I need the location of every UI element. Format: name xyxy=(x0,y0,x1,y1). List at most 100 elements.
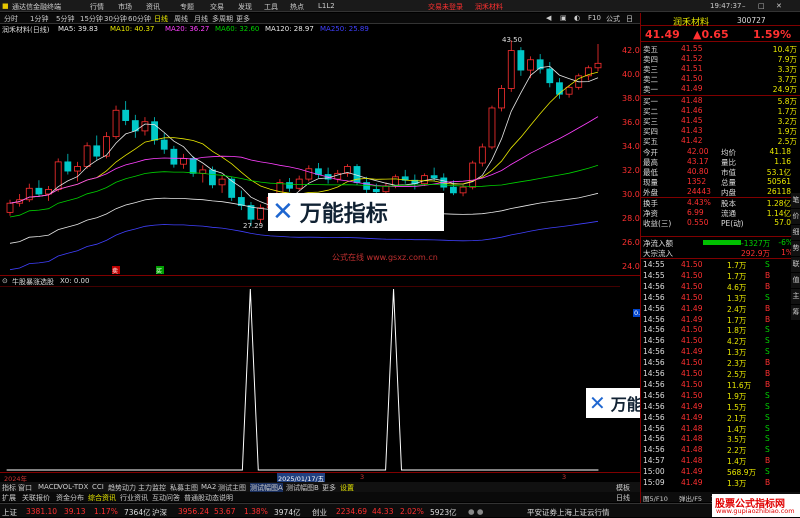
period-15min[interactable]: 15分钟 xyxy=(80,14,103,24)
cy-label: 创业 xyxy=(312,508,327,517)
maximize-icon[interactable]: □ xyxy=(758,2,765,10)
broker-name: 平安证券上海上证云行情 xyxy=(527,508,610,517)
tick-price: 41.50 xyxy=(681,358,703,368)
tab-day-line[interactable]: 日线 xyxy=(616,493,630,503)
tick-price: 41.49 xyxy=(681,401,703,411)
tab-qa[interactable]: 互动问答 xyxy=(152,493,180,503)
ob-level: 卖四 xyxy=(643,55,658,64)
indicator-chart[interactable] xyxy=(0,286,620,472)
period-5min[interactable]: 5分钟 xyxy=(56,14,74,24)
menu-zhuanti[interactable]: 专题 xyxy=(180,2,194,12)
side-tab[interactable]: 联 xyxy=(791,257,800,272)
side-tabs: 笔价细势联值主筹 xyxy=(791,193,800,483)
period-30min[interactable]: 30分钟 xyxy=(104,14,127,24)
tab-industry-news[interactable]: 行业资讯 xyxy=(120,493,148,503)
candle-body xyxy=(478,146,486,164)
tick-side: S xyxy=(765,292,770,302)
trade-login[interactable]: 交易未登录 xyxy=(428,2,463,12)
side-tab[interactable]: 笔 xyxy=(791,193,800,208)
candle-body xyxy=(498,88,506,109)
menu-shichang[interactable]: 市场 xyxy=(118,2,132,12)
period-1min[interactable]: 1分钟 xyxy=(30,14,48,24)
side-tab[interactable]: 价 xyxy=(791,209,800,224)
stat-value: 0.550 xyxy=(687,218,709,227)
orderbook-row[interactable]: 买五 41.42 2.5万 xyxy=(643,136,799,147)
stat-value: 1352 xyxy=(687,177,707,186)
side-tab[interactable]: 值 xyxy=(791,273,800,288)
indicator-icon[interactable]: ⊙ xyxy=(2,277,8,285)
minimize-icon[interactable]: – xyxy=(742,2,746,10)
tick-time: 14:56 xyxy=(643,445,665,455)
candlestick-chart[interactable]: 43.50 27.29 公式在线 www.gsxz.com.cn 卖 买 xyxy=(0,34,620,274)
menu-redian[interactable]: 热点 xyxy=(290,2,304,12)
menu-zixun[interactable]: 资讯 xyxy=(146,2,160,12)
candle-body xyxy=(141,121,149,132)
tick-row: 14:56 41.50 2.5万 B xyxy=(643,369,789,379)
side-tab[interactable]: 主 xyxy=(791,289,800,304)
period-week[interactable]: 周线 xyxy=(174,14,188,24)
tab-stock-dynamic[interactable]: 普通股动态说明 xyxy=(184,493,233,503)
stat-label: 收益(三) xyxy=(643,219,672,228)
price-pct: 1.59% xyxy=(753,28,792,41)
tab-cci[interactable]: CCI xyxy=(92,483,104,491)
sh-change: 39.13 xyxy=(64,507,86,516)
price-change: ▲0.65 xyxy=(693,28,729,41)
candle-body xyxy=(286,182,293,189)
menu-gongju[interactable]: 工具 xyxy=(264,2,278,12)
day-button[interactable]: 日 xyxy=(626,14,633,24)
tab-news[interactable]: 综合资讯 xyxy=(88,493,116,503)
menu-faxian[interactable]: 发现 xyxy=(238,2,252,12)
stat-label: 现量 xyxy=(643,178,658,187)
tab-fund-dist[interactable]: 资金分布 xyxy=(56,493,84,503)
toolbar-icon-2[interactable]: ◐ xyxy=(574,14,580,22)
brand-logo-1: ✕ 万能指标 xyxy=(268,193,444,231)
status-bar: 上证 3381.10 39.13 1.17% 7364亿 沪深 3956.24 … xyxy=(0,503,800,517)
candle-body xyxy=(421,175,428,185)
app-title: 通达信金融终端 xyxy=(12,3,61,11)
stat-label: 净资 xyxy=(643,209,658,218)
side-tab[interactable]: 筹 xyxy=(791,305,800,320)
stat-value: 26118 xyxy=(767,187,791,196)
tick-time: 14:56 xyxy=(643,369,665,378)
period-60min[interactable]: 60分钟 xyxy=(128,14,151,24)
menu-hangqing[interactable]: 行情 xyxy=(90,2,104,12)
side-tab[interactable]: 势 xyxy=(791,241,800,256)
period-month[interactable]: 月线 xyxy=(194,14,208,24)
stat-row: 收益(三) 0.550 PE(动) 57.0 xyxy=(643,218,793,229)
sz-pct: 1.38% xyxy=(244,507,268,516)
tab-macd[interactable]: MACD xyxy=(38,483,59,491)
tick-volume: 1.3万 xyxy=(727,479,747,488)
stat-value: 40.80 xyxy=(687,167,709,176)
tick-time: 14:56 xyxy=(643,281,665,291)
panel-btn-popup[interactable]: 弹出/F5 xyxy=(679,493,702,503)
tab-vol[interactable]: VOL-TDX xyxy=(58,483,88,491)
menu-l1l2[interactable]: L1L2 xyxy=(318,2,335,10)
tick-time: 14:56 xyxy=(643,401,665,411)
period-more[interactable]: 更多 xyxy=(236,14,250,24)
candle-body xyxy=(122,109,130,121)
menu-jiaoyi[interactable]: 交易 xyxy=(210,2,224,12)
formula-button[interactable]: 公式 xyxy=(606,14,620,24)
candle-body xyxy=(189,158,197,174)
period-fenshi[interactable]: 分时 xyxy=(4,14,18,24)
panel-btn-chart[interactable]: 图5/F10 xyxy=(643,493,668,503)
tab-related-quotes[interactable]: 关联报价 xyxy=(22,493,50,503)
period-multi[interactable]: 多周期 xyxy=(212,14,233,24)
tick-row: 14:56 41.48 3.5万 S xyxy=(643,434,789,444)
prev-icon[interactable]: ◀ xyxy=(546,14,551,22)
orderbook-row[interactable]: 卖一 41.49 24.9万 xyxy=(643,84,799,95)
price-header: 41.49 ▲0.65 1.59% xyxy=(641,27,800,42)
tick-side: B xyxy=(765,358,771,368)
close-icon[interactable]: ✕ xyxy=(776,2,782,10)
side-tab[interactable]: 细 xyxy=(791,225,800,240)
ob-volume: 24.9万 xyxy=(772,85,797,94)
period-day[interactable]: 日线 xyxy=(154,14,168,24)
brand-logo-text: 万能指标 xyxy=(299,202,388,227)
sz-label: 沪深 xyxy=(152,508,167,517)
candle-body xyxy=(517,50,525,71)
tick-time: 14:56 xyxy=(643,412,665,422)
tab-extend[interactable]: 扩展 xyxy=(2,493,16,503)
tab-ma2[interactable]: MA2 xyxy=(201,483,216,491)
toolbar-icon[interactable]: ▣ xyxy=(560,14,567,22)
f10-button[interactable]: F10 xyxy=(588,14,601,22)
